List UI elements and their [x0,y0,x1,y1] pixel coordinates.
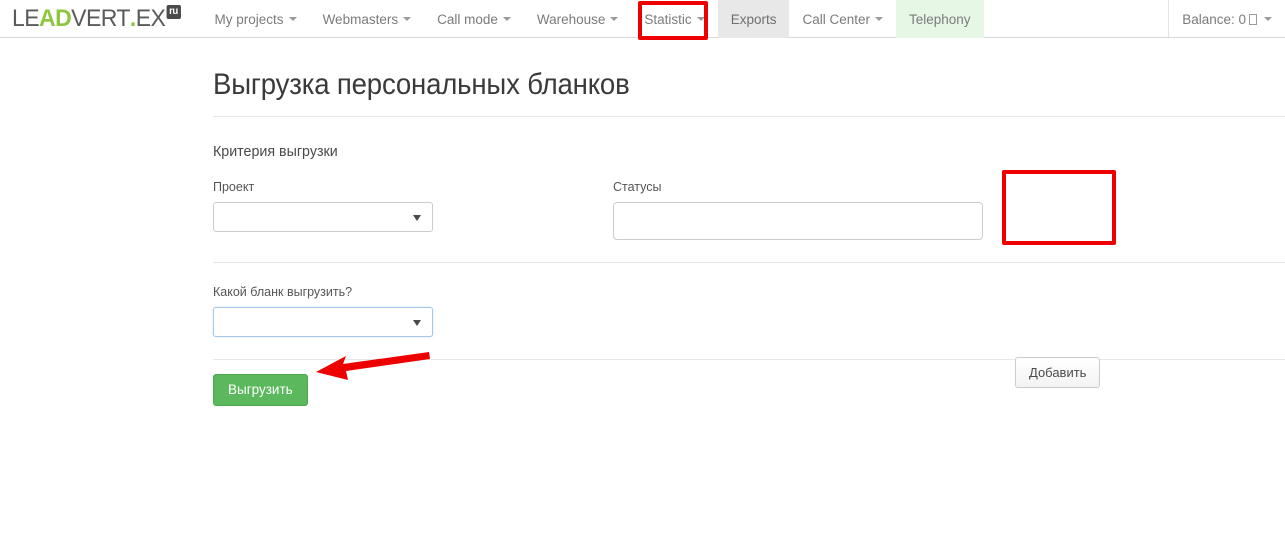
balance-menu[interactable]: Balance: 0 [1169,0,1285,38]
label-project: Проект [213,180,255,194]
app-window: LEADVERT.EX ru My projects Webmasters Cal… [0,0,1285,537]
nav-item-exports[interactable]: Exports [717,0,790,38]
logo-part-le: LE [12,5,40,32]
nav-label: Call Center [802,11,870,27]
nav-label: Statistic [644,11,692,27]
nav-item-webmasters[interactable]: Webmasters [310,0,425,38]
logo-leadvertex[interactable]: LEADVERT.EX ru [0,0,202,38]
chevron-down-icon [875,17,883,21]
logo-text: LEADVERT.EX ru [12,5,181,32]
nav-item-statistic[interactable]: Statistic [631,0,717,38]
nav-label: Telephony [909,11,971,27]
nav-label: Webmasters [322,11,399,27]
label-blank-type: Какой бланк выгрузить? [213,285,353,299]
select-blank-type[interactable] [213,307,433,337]
chevron-down-icon [1264,17,1272,21]
field-group-statuses: Статусы [613,180,984,240]
nav-item-call-center[interactable]: Call Center [789,0,896,38]
chevron-down-icon [413,320,421,326]
nav-label: My projects [214,11,284,27]
section-title-criteria: Критерия выгрузки [213,143,338,160]
nav-label: Call mode [437,11,498,27]
logo-part-ex: EX [135,5,166,32]
logo-part-ad: AD [39,5,72,32]
nav-label: Warehouse [536,11,606,27]
field-group-blank: Какой бланк выгрузить? [213,285,613,337]
page-title: Выгрузка персональных бланков [213,68,630,101]
nav-item-call-mode[interactable]: Call mode [424,0,524,38]
nav-item-telephony[interactable]: Telephony [896,0,984,38]
main-content: Выгрузка персональных бланков Критерия в… [0,38,1285,406]
form-row-blank-type: Какой бланк выгрузить? [213,263,1285,359]
chevron-down-icon [610,17,619,21]
top-navigation-bar: LEADVERT.EX ru My projects Webmasters Cal… [0,0,1285,38]
nav-menu: My projects Webmasters Call mode Warehou… [202,0,984,38]
chevron-down-icon [502,17,511,21]
nav-label: Exports [730,11,777,27]
nav-item-warehouse[interactable]: Warehouse [524,0,632,38]
nav-right-section: Balance: 0 [1168,0,1285,37]
chevron-down-icon [413,215,421,221]
field-group-project: Проект [213,180,613,240]
statuses-input[interactable] [613,202,983,240]
submit-export-button[interactable]: Выгрузить [213,374,308,406]
form-row-criteria: Проект Статусы Добавить [213,160,1285,388]
nav-item-my-projects[interactable]: My projects [202,0,310,38]
label-statuses: Статусы [613,180,662,194]
logo-ru-badge: ru [166,5,181,19]
form-row-submit: Выгрузить [213,360,1285,406]
chevron-down-icon [403,17,412,21]
select-project[interactable] [213,202,433,232]
ruble-currency-icon [1249,13,1257,25]
logo-part-vert: VERT [71,5,130,32]
chevron-down-icon [288,17,297,21]
chevron-down-icon [696,17,705,21]
balance-label: Balance: 0 [1182,11,1246,27]
